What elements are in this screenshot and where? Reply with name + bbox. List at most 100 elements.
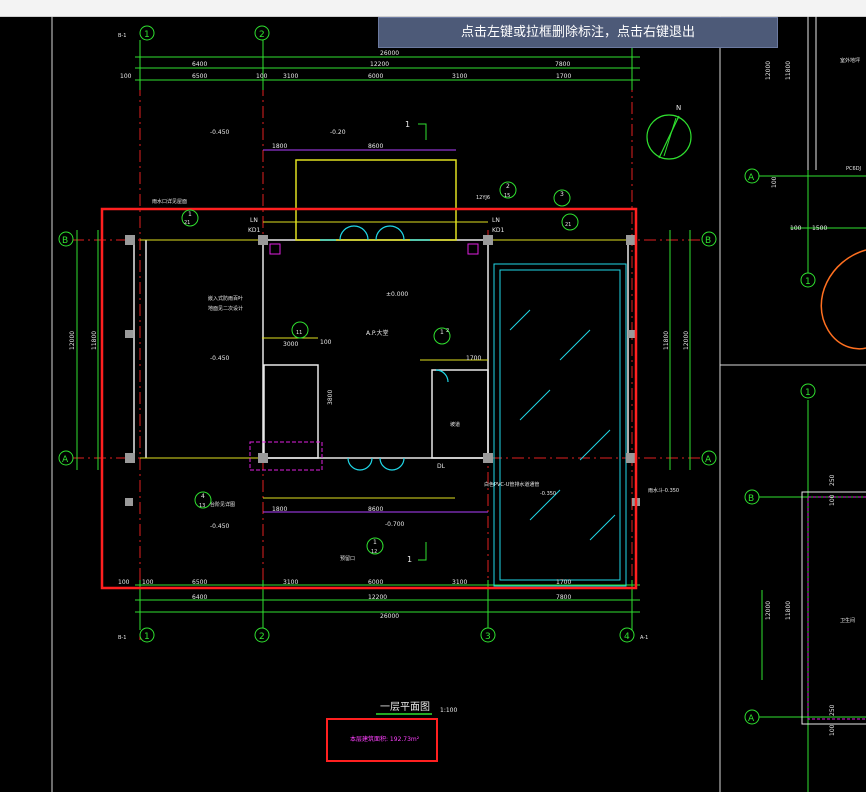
inner-dim-8: 8600 (368, 506, 383, 513)
level-5: -0.450 (210, 523, 230, 530)
rp-dim-10: 100 (829, 724, 836, 736)
door-tag-3: LN (492, 217, 500, 224)
section-mark-bottom: 1 (407, 555, 412, 564)
dim-top-r2-4: 3100 (283, 73, 298, 80)
rp-axis-a-bottom: A (748, 714, 755, 724)
rp-dim-5: 11800 (785, 61, 792, 80)
section-mark-bottom-line (418, 542, 427, 561)
dim-bot-r1-3: 6500 (192, 579, 207, 586)
magenta-details (249, 243, 479, 471)
axis-bubbles-bottom (139, 627, 635, 643)
note-2: 嵌入式防雨百叶 (208, 295, 243, 302)
ref-12: 1 (373, 539, 377, 546)
axis-bubbles-side (58, 231, 717, 466)
rp-dim-11: 250 (829, 704, 836, 716)
dim-top-r2-5: 6000 (368, 73, 383, 80)
dim-top-r2-3: 100 (256, 73, 268, 80)
drawing-title: 一层平面图 (380, 701, 430, 713)
axis-left-b: B (62, 236, 68, 246)
dim-top-r2-7: 1700 (556, 73, 571, 80)
note-4: 白色PVC-U管排水道通管 (484, 481, 539, 488)
axis-bubbles-top (139, 25, 270, 41)
axis-top-1: 1 (144, 30, 150, 40)
rp-dim-9: 250 (829, 474, 836, 486)
ref-2: 21 (184, 220, 190, 226)
note-6: 台阶见详图 (210, 501, 235, 508)
dim-left-inner: 11800 (91, 331, 98, 350)
door-tag-4: KD1 (492, 227, 505, 234)
cad-drawing-canvas[interactable]: N 1 2 B-1 1 2 3 4 B-1 A-1 B A B A 26000 … (0, 0, 866, 792)
rp-axis-a-top: A (748, 173, 755, 183)
axis-ref-bottom-right: A-1 (640, 635, 648, 641)
door-tag-2: KD1 (248, 227, 261, 234)
note-3: 地面见二次设计 (208, 305, 243, 312)
right-panel-axis-bubbles (744, 168, 816, 725)
ref-14: 2 (446, 328, 449, 334)
ref-8: 11 (296, 330, 302, 336)
dim-bot-r2-3: 7800 (556, 594, 571, 601)
ref-1: 1 (188, 211, 192, 218)
room-label: A.P.大堂 (366, 329, 389, 337)
dim-bot-r1-6: 3100 (452, 579, 467, 586)
dim-top-r2-6: 3100 (452, 73, 467, 80)
selection-rectangle[interactable] (100, 207, 638, 590)
axis-bottom-1: 1 (144, 632, 150, 642)
inner-dim-7: 1800 (272, 506, 287, 513)
dim-top-total: 26000 (380, 50, 399, 57)
dim-left-outer: 12000 (69, 331, 76, 350)
right-panel-walls (801, 16, 866, 725)
rp-dim-3: 100 (790, 225, 802, 232)
ref-10: 4 (201, 493, 205, 500)
dim-right-outer: 12000 (683, 331, 690, 350)
axis-right-b: B (705, 236, 711, 246)
inner-dim-6: 3800 (327, 390, 334, 405)
note-8: 预留口 (340, 555, 355, 562)
inner-dim-3: 3000 (283, 341, 298, 348)
right-panel-lines (752, 16, 866, 792)
axis-left-a: A (62, 455, 69, 465)
note-5: 雨水斗-0.350 (648, 487, 679, 494)
doors (320, 225, 449, 471)
glass-pool-area (493, 263, 627, 587)
area-text: 本层建筑面积: 192.73m² (350, 735, 420, 743)
axis-ref-bottom-left: B-1 (118, 635, 126, 641)
dim-bot-r1-7: 1700 (556, 579, 571, 586)
ref-13: 12 (371, 549, 377, 555)
ref-4: 15 (504, 193, 510, 199)
dim-bot-r1-5: 6000 (368, 579, 383, 586)
axis-top-2: 2 (259, 30, 265, 40)
rp-label-1: PC6DJ (846, 166, 861, 172)
rp-axis-b: B (748, 494, 754, 504)
axis-bottom-2: 2 (259, 632, 265, 642)
door-tag-1: LN (250, 217, 258, 224)
dim-top-r2-1: 100 (120, 73, 132, 80)
north-label: N (676, 104, 681, 112)
door-tag-5: DL (437, 463, 446, 470)
dim-top-r1-1: 6400 (192, 61, 207, 68)
inner-dim-2: 8600 (368, 143, 383, 150)
ref-7: 21 (565, 222, 571, 228)
level-4: -0.450 (210, 355, 230, 362)
rp-dim-8: 100 (829, 494, 836, 506)
rp-label-2: 室外地坪 (840, 57, 860, 64)
ref-5: 12YJ6 (476, 195, 490, 201)
inner-dim-1: 1800 (272, 143, 287, 150)
rp-dim-6: 12000 (765, 601, 772, 620)
level-1: -0.450 (210, 129, 230, 136)
right-panel-orange-curve (820, 249, 866, 350)
level-7: -0.350 (540, 491, 556, 497)
note-7: 坡道 (450, 421, 460, 428)
axis-ref-top: B-1 (118, 33, 126, 39)
axis-right-a: A (705, 455, 712, 465)
dim-top-r2-2: 6500 (192, 73, 207, 80)
ref-3: 2 (506, 183, 510, 190)
dim-bot-r1-2: 100 (142, 579, 154, 586)
rp-dim-2: 1500 (812, 225, 827, 232)
inner-dim-5: 1700 (466, 355, 481, 362)
dim-bot-r1-4: 3100 (283, 579, 298, 586)
rp-label-3: 卫生间 (840, 617, 855, 624)
dim-bot-total: 26000 (380, 613, 399, 620)
level-2: -0.20 (330, 129, 346, 136)
dim-bot-r2-2: 12200 (368, 594, 387, 601)
note-1: 雨水口详见屋面 (152, 198, 187, 205)
